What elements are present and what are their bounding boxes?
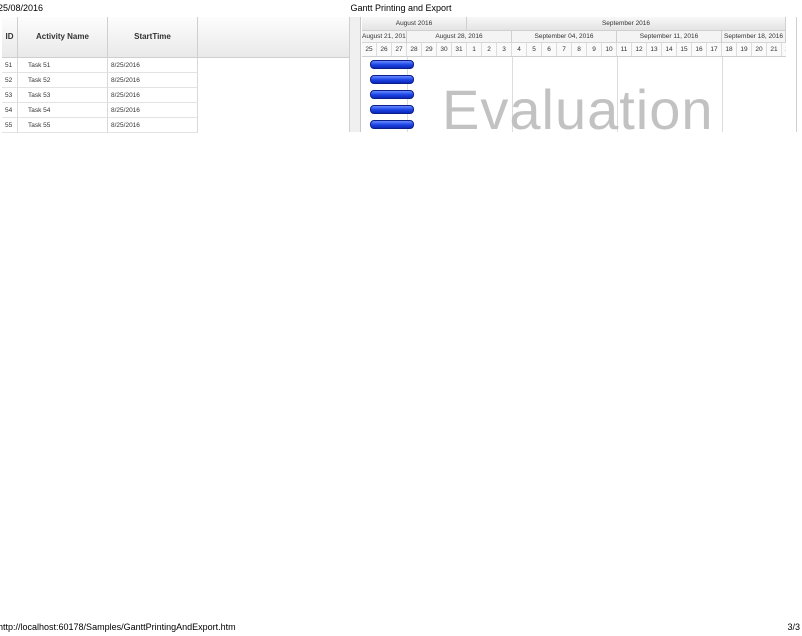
day-header: 11	[617, 43, 632, 56]
day-header: 3	[497, 43, 512, 56]
day-header: 12	[632, 43, 647, 56]
table-row[interactable]: 54 Task 54 8/25/2016	[2, 103, 359, 118]
cell-starttime: 8/25/2016	[108, 103, 198, 118]
week-header: September 18, 2016	[722, 31, 786, 42]
week-gridline	[722, 57, 723, 132]
table-row[interactable]: 53 Task 53 8/25/2016	[2, 88, 359, 103]
day-header: 28	[407, 43, 422, 56]
day-header: 18	[722, 43, 737, 56]
gantt-chart: August 2016 September 2016 August 21, 20…	[362, 17, 786, 132]
day-header: 27	[392, 43, 407, 56]
print-title: Gantt Printing and Export	[350, 3, 452, 13]
cell-activity-name: Task 54	[18, 103, 108, 118]
day-header: 14	[662, 43, 677, 56]
day-header: 26	[377, 43, 392, 56]
cell-id: 51	[2, 58, 18, 73]
task-bar[interactable]	[370, 75, 414, 84]
week-header: August 28, 2016	[407, 31, 512, 42]
month-header: September 2016	[467, 17, 786, 30]
month-header: August 2016	[362, 17, 467, 30]
table-row[interactable]: 51 Task 51 8/25/2016	[2, 58, 359, 73]
cell-starttime: 8/25/2016	[108, 58, 198, 73]
cell-id: 53	[2, 88, 18, 103]
day-header: 10	[602, 43, 617, 56]
day-header: 22	[782, 43, 786, 56]
day-header: 8	[572, 43, 587, 56]
cell-activity-name: Task 53	[18, 88, 108, 103]
week-header: September 04, 2016	[512, 31, 617, 42]
day-header: 9	[587, 43, 602, 56]
timeline-weeks: August 21, 2016 August 28, 2016 Septembe…	[362, 31, 786, 43]
day-header: 5	[527, 43, 542, 56]
day-header: 17	[707, 43, 722, 56]
cell-activity-name: Task 55	[18, 118, 108, 133]
table-row[interactable]: 55 Task 55 8/25/2016	[2, 118, 359, 133]
day-header: 30	[437, 43, 452, 56]
grid-chart-splitter[interactable]	[349, 17, 361, 132]
column-header-id[interactable]: ID	[2, 17, 18, 57]
task-bar[interactable]	[370, 120, 414, 129]
cell-starttime: 8/25/2016	[108, 88, 198, 103]
column-header-activity-name[interactable]: Activity Name	[18, 17, 108, 57]
column-header-starttime[interactable]: StartTime	[108, 17, 198, 57]
table-row[interactable]: 52 Task 52 8/25/2016	[2, 73, 359, 88]
timeline-days: 25 26 27 28 29 30 31 1 2 3 4 5 6 7 8 9 10 11 12 13 14 15 16 17 1…	[362, 43, 786, 57]
day-header: 31	[452, 43, 467, 56]
cell-activity-name: Task 51	[18, 58, 108, 73]
cell-activity-name: Task 52	[18, 73, 108, 88]
cell-id: 52	[2, 73, 18, 88]
day-header: 16	[692, 43, 707, 56]
timeline-months: August 2016 September 2016	[362, 17, 786, 31]
task-bar[interactable]	[370, 90, 414, 99]
day-header: 19	[737, 43, 752, 56]
grid-header: ID Activity Name StartTime	[2, 17, 359, 58]
chart-right-border	[796, 17, 797, 132]
day-header: 2	[482, 43, 497, 56]
day-header: 20	[752, 43, 767, 56]
day-header: 13	[647, 43, 662, 56]
task-bar[interactable]	[370, 105, 414, 114]
day-header: 1	[467, 43, 482, 56]
day-header: 15	[677, 43, 692, 56]
day-header: 6	[542, 43, 557, 56]
week-header: August 21, 2016	[362, 31, 407, 42]
print-page-number: 3/3	[787, 622, 800, 632]
day-header: 7	[557, 43, 572, 56]
cell-id: 54	[2, 103, 18, 118]
cell-starttime: 8/25/2016	[108, 73, 198, 88]
task-bar[interactable]	[370, 60, 414, 69]
day-header: 29	[422, 43, 437, 56]
day-header: 4	[512, 43, 527, 56]
cell-id: 55	[2, 118, 18, 133]
gantt-grid: ID Activity Name StartTime 51 Task 51 8/…	[2, 17, 361, 133]
day-header: 21	[767, 43, 782, 56]
print-url: http://localhost:60178/Samples/GanttPrin…	[0, 622, 236, 632]
cell-starttime: 8/25/2016	[108, 118, 198, 133]
day-header: 25	[362, 43, 377, 56]
week-header: September 11, 2016	[617, 31, 722, 42]
evaluation-watermark: Evaluation	[442, 78, 714, 132]
